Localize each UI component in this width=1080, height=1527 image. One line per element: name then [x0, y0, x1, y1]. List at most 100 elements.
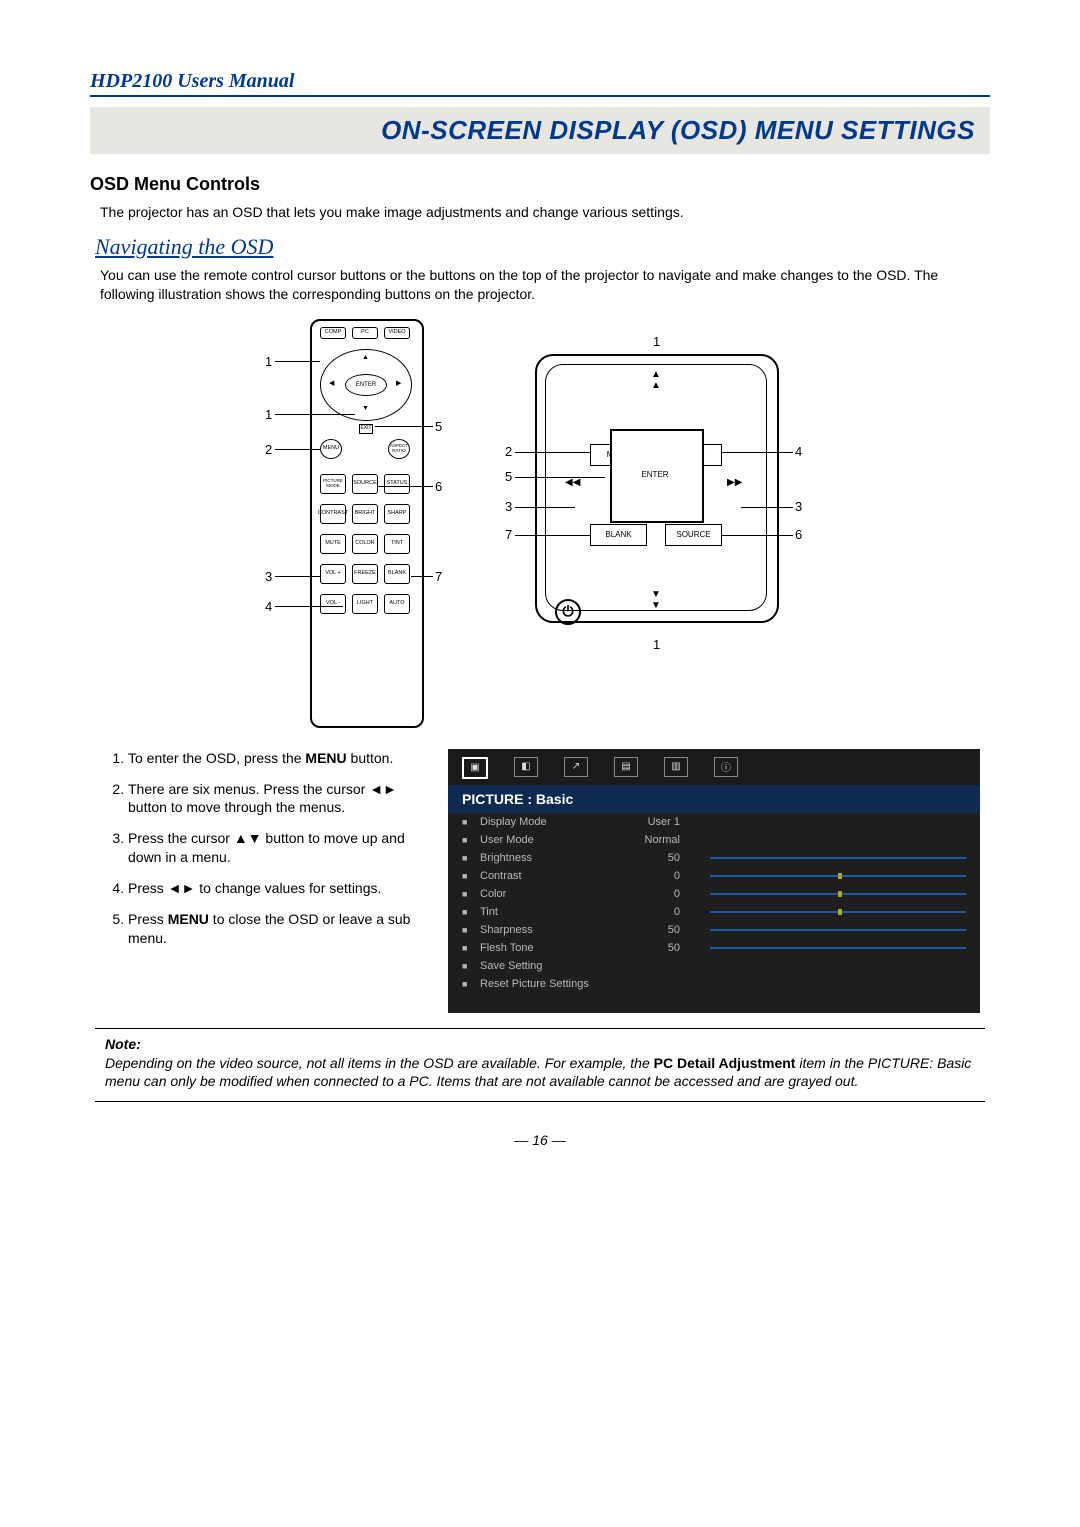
right-arrow-icon: ▶	[396, 379, 401, 387]
remote-color-button: COLOR	[352, 534, 378, 554]
osd-row-label: Tint	[480, 906, 630, 918]
osd-row: ■Flesh Tone50	[448, 939, 980, 957]
remote-status-button: STATUS	[384, 474, 410, 494]
manual-title: HDP2100 Users Manual	[90, 70, 990, 93]
osd-slider-bar	[710, 929, 966, 931]
callout-label: 5	[435, 419, 442, 434]
remote-video-button: VIDEO	[384, 327, 410, 339]
step-4: Press ◄► to change values for settings.	[128, 879, 428, 898]
remote-pc-button: PC	[352, 327, 378, 339]
osd-row-value: 50	[630, 852, 680, 864]
osd-row-value: 50	[630, 924, 680, 936]
remote-exit-button: EXIT	[359, 424, 373, 434]
step-2: There are six menus. Press the cursor ◄►…	[128, 780, 428, 818]
up-arrow-icon: ▲	[362, 354, 369, 361]
remote-bright-button: BRIGHT	[352, 504, 378, 524]
remote-freeze-button: FREEZE	[352, 564, 378, 584]
remote-enter-button: ENTER	[345, 374, 387, 396]
note-term: PC Detail Adjustment	[654, 1055, 796, 1071]
remote-menu-button: MENU	[320, 439, 342, 459]
remote-source-button: SOURCE	[352, 474, 378, 494]
nav-text: You can use the remote control cursor bu…	[100, 266, 980, 304]
step-5: Press MENU to close the OSD or leave a s…	[128, 910, 428, 948]
remote-voldown-button: VOL -	[320, 594, 346, 614]
remote-sharp-button: SHARP	[384, 504, 410, 524]
left-arrow-icon: ◀	[329, 379, 334, 387]
callout-label: 1	[653, 637, 660, 652]
right-arrow-icon: ▶▶	[727, 477, 742, 488]
osd-row: ■Save Setting	[448, 957, 980, 975]
osd-row-label: Flesh Tone	[480, 942, 630, 954]
note-label: Note:	[105, 1035, 975, 1054]
projector-panel-diagram: MENU AUTO ENTER BLANK SOURCE ▲▲ ▼▼ ◀◀ ▶▶…	[495, 319, 815, 659]
osd-row-label: Save Setting	[480, 960, 630, 972]
remote-light-button: LIGHT	[352, 594, 378, 614]
callout-label: 7	[505, 527, 512, 542]
remote-aspect-button: ASPECT RATIO	[388, 439, 410, 459]
osd-row-label: Sharpness	[480, 924, 630, 936]
chapter-title: ON-SCREEN DISPLAY (OSD) MENU SETTINGS	[381, 115, 975, 145]
callout-label: 3	[505, 499, 512, 514]
down-arrow-icon: ▼	[362, 405, 369, 412]
osd-tab-picture-icon: ▣	[462, 757, 488, 779]
callout-label: 4	[265, 599, 272, 614]
osd-row-value: 0	[630, 888, 680, 900]
callout-label: 7	[435, 569, 442, 584]
osd-menu-title: PICTURE : Basic	[448, 785, 980, 813]
header-rule	[90, 95, 990, 97]
osd-tab-icon: ◧	[514, 757, 538, 777]
remote-volup-button: VOL +	[320, 564, 346, 584]
panel-enter-button: ENTER	[625, 467, 685, 483]
osd-screenshot: ▣ ◧ ↗ ▤ ▥ ⓘ PICTURE : Basic ■Display Mod…	[448, 749, 980, 1013]
osd-tabs: ▣ ◧ ↗ ▤ ▥ ⓘ	[448, 749, 980, 785]
callout-label: 1	[653, 334, 660, 349]
osd-tab-icon: ▤	[614, 757, 638, 777]
osd-slider-bar	[710, 875, 966, 877]
osd-row-label: Contrast	[480, 870, 630, 882]
osd-tab-icon: ⓘ	[714, 757, 738, 777]
osd-row-label: Color	[480, 888, 630, 900]
power-icon: ⏻	[555, 599, 581, 625]
remote-comp-button: COMP	[320, 327, 346, 339]
callout-label: 3	[795, 499, 802, 514]
callout-label: 6	[795, 527, 802, 542]
callout-label: 5	[505, 469, 512, 484]
osd-row-label: Display Mode	[480, 816, 630, 828]
osd-row: ■Contrast0	[448, 867, 980, 885]
down-arrow-icon: ▼▼	[651, 589, 661, 611]
remote-mute-button: MUTE	[320, 534, 346, 554]
osd-slider-bar	[710, 857, 966, 859]
callout-label: 1	[265, 407, 272, 422]
step-1: To enter the OSD, press the MENU button.	[128, 749, 428, 768]
osd-tab-icon: ▥	[664, 757, 688, 777]
osd-row-value: User 1	[630, 816, 680, 828]
callout-label: 3	[265, 569, 272, 584]
osd-row-label: User Mode	[480, 834, 630, 846]
intro-text: The projector has an OSD that lets you m…	[100, 203, 980, 222]
callout-label: 1	[265, 354, 272, 369]
remote-tint-button: TINT	[384, 534, 410, 554]
steps-list: To enter the OSD, press the MENU button.…	[100, 749, 428, 960]
osd-row: ■User ModeNormal	[448, 831, 980, 849]
subheading-navigating: Navigating the OSD	[95, 234, 985, 260]
panel-source-button: SOURCE	[665, 524, 722, 546]
remote-contrast-button: CONTRAST	[320, 504, 346, 524]
osd-row-value: 50	[630, 942, 680, 954]
figure-area: COMP PC VIDEO ENTER ▲ ▼ ◀ ▶ EXIT MENU AS…	[90, 319, 990, 729]
osd-row: ■Reset Picture Settings	[448, 975, 980, 993]
osd-row-value: 0	[630, 870, 680, 882]
osd-slider-bar	[710, 947, 966, 949]
page-number: — 16 —	[90, 1132, 990, 1148]
section-heading: OSD Menu Controls	[90, 174, 990, 195]
remote-auto-button: AUTO	[384, 594, 410, 614]
osd-row-value: Normal	[630, 834, 680, 846]
osd-row-label: Reset Picture Settings	[480, 978, 630, 990]
osd-slider-bar	[710, 893, 966, 895]
osd-slider-bar	[710, 911, 966, 913]
remote-diagram: COMP PC VIDEO ENTER ▲ ▼ ◀ ▶ EXIT MENU AS…	[265, 319, 445, 729]
panel-blank-button: BLANK	[590, 524, 647, 546]
osd-tab-icon: ↗	[564, 757, 588, 777]
osd-row-value: 0	[630, 906, 680, 918]
osd-row: ■Sharpness50	[448, 921, 980, 939]
step-3: Press the cursor ▲▼ button to move up an…	[128, 829, 428, 867]
